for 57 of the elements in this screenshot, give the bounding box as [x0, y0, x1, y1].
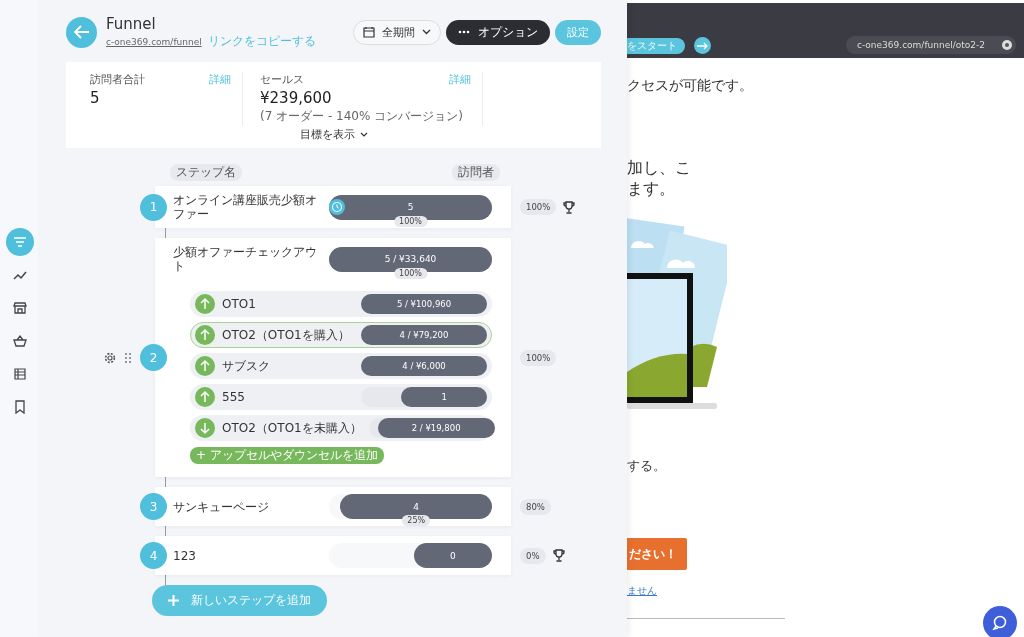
- step-number: 3: [140, 493, 167, 520]
- page-heading-line: 加し、こ: [627, 157, 691, 178]
- step-name: オンライン講座販売少額オファー: [173, 193, 318, 221]
- chat-button[interactable]: [983, 606, 1017, 637]
- settings-icon[interactable]: [104, 351, 116, 364]
- offer-row[interactable]: OTO1 5 / ¥100,960: [190, 291, 492, 317]
- offer-row[interactable]: サブスク 4 / ¥6,000: [190, 353, 492, 379]
- plus-icon: [168, 595, 179, 606]
- offer-bar: 4 / ¥6,000: [361, 356, 487, 376]
- funnel-title: Funnel: [106, 14, 157, 33]
- offer-bar: 4 / ¥79,200: [361, 325, 487, 345]
- offer-name: OTO2（OTO1を未購入）: [222, 419, 362, 437]
- offer-bar: 2 / ¥19,800: [377, 418, 495, 438]
- stat-value: ¥239,600: [260, 89, 333, 107]
- step-number: 2: [140, 344, 167, 371]
- column-header: 訪問者: [452, 164, 500, 181]
- page-text: する。: [627, 457, 666, 475]
- arrow-right-button[interactable]: [694, 37, 711, 54]
- offer-name: OTO1: [222, 297, 257, 311]
- visitor-bar: 0: [413, 543, 492, 568]
- step-name: サンキューページ: [173, 499, 270, 514]
- chevron-down-icon: [422, 29, 431, 35]
- drag-handle-icon[interactable]: [125, 352, 131, 363]
- step-name: 123: [173, 548, 197, 563]
- arrow-left-icon: [73, 25, 90, 39]
- show-goals-button[interactable]: 目標を表示: [299, 127, 368, 142]
- column-header: ステップ名: [170, 164, 242, 181]
- offer-name: OTO2（OTO1を購入）: [222, 326, 351, 344]
- offer-bar: 5 / ¥100,960: [361, 294, 487, 314]
- dots-icon: [458, 30, 470, 34]
- arrow-right-icon: [697, 41, 708, 50]
- percent-chip: 100%: [520, 199, 557, 215]
- offer-row[interactable]: 555 1: [190, 384, 492, 410]
- calendar-icon: [363, 26, 375, 38]
- percent-chip: 80%: [520, 498, 551, 515]
- chevron-down-icon: [359, 132, 368, 137]
- offer-row[interactable]: OTO2（OTO1を未購入） 2 / ¥19,800: [190, 415, 492, 441]
- chat-bubble-icon: [992, 615, 1008, 631]
- offer-name: サブスク: [222, 357, 271, 375]
- date-range-dropdown[interactable]: 全期間: [353, 19, 441, 45]
- page-heading-line: ます。: [627, 178, 675, 199]
- url-field[interactable]: c-one369.com/funnel/oto2-2: [846, 36, 1016, 54]
- percent-chip: 0%: [520, 547, 546, 564]
- options-button[interactable]: オプション: [446, 19, 550, 45]
- offer-name: 555: [222, 390, 246, 404]
- step-number: 4: [140, 542, 167, 569]
- page-text: クセスが可能です。: [627, 77, 753, 95]
- offer-bar: 1: [401, 387, 487, 407]
- stat-value: 5: [90, 89, 101, 107]
- offer-row[interactable]: OTO2（OTO1を購入） 4 / ¥79,200: [190, 322, 492, 348]
- stat-note: (7 オーダー - 140% コンバージョン): [260, 109, 464, 124]
- decline-link[interactable]: ません: [627, 584, 657, 598]
- stat-label: セールス: [260, 72, 304, 87]
- funnel-url-link[interactable]: c-one369.com/funnel: [106, 36, 202, 47]
- step-name: 少額オファーチェックアウト: [173, 245, 318, 273]
- percent-chip: 100%: [520, 349, 557, 366]
- stat-label: 訪問者合計: [90, 72, 145, 87]
